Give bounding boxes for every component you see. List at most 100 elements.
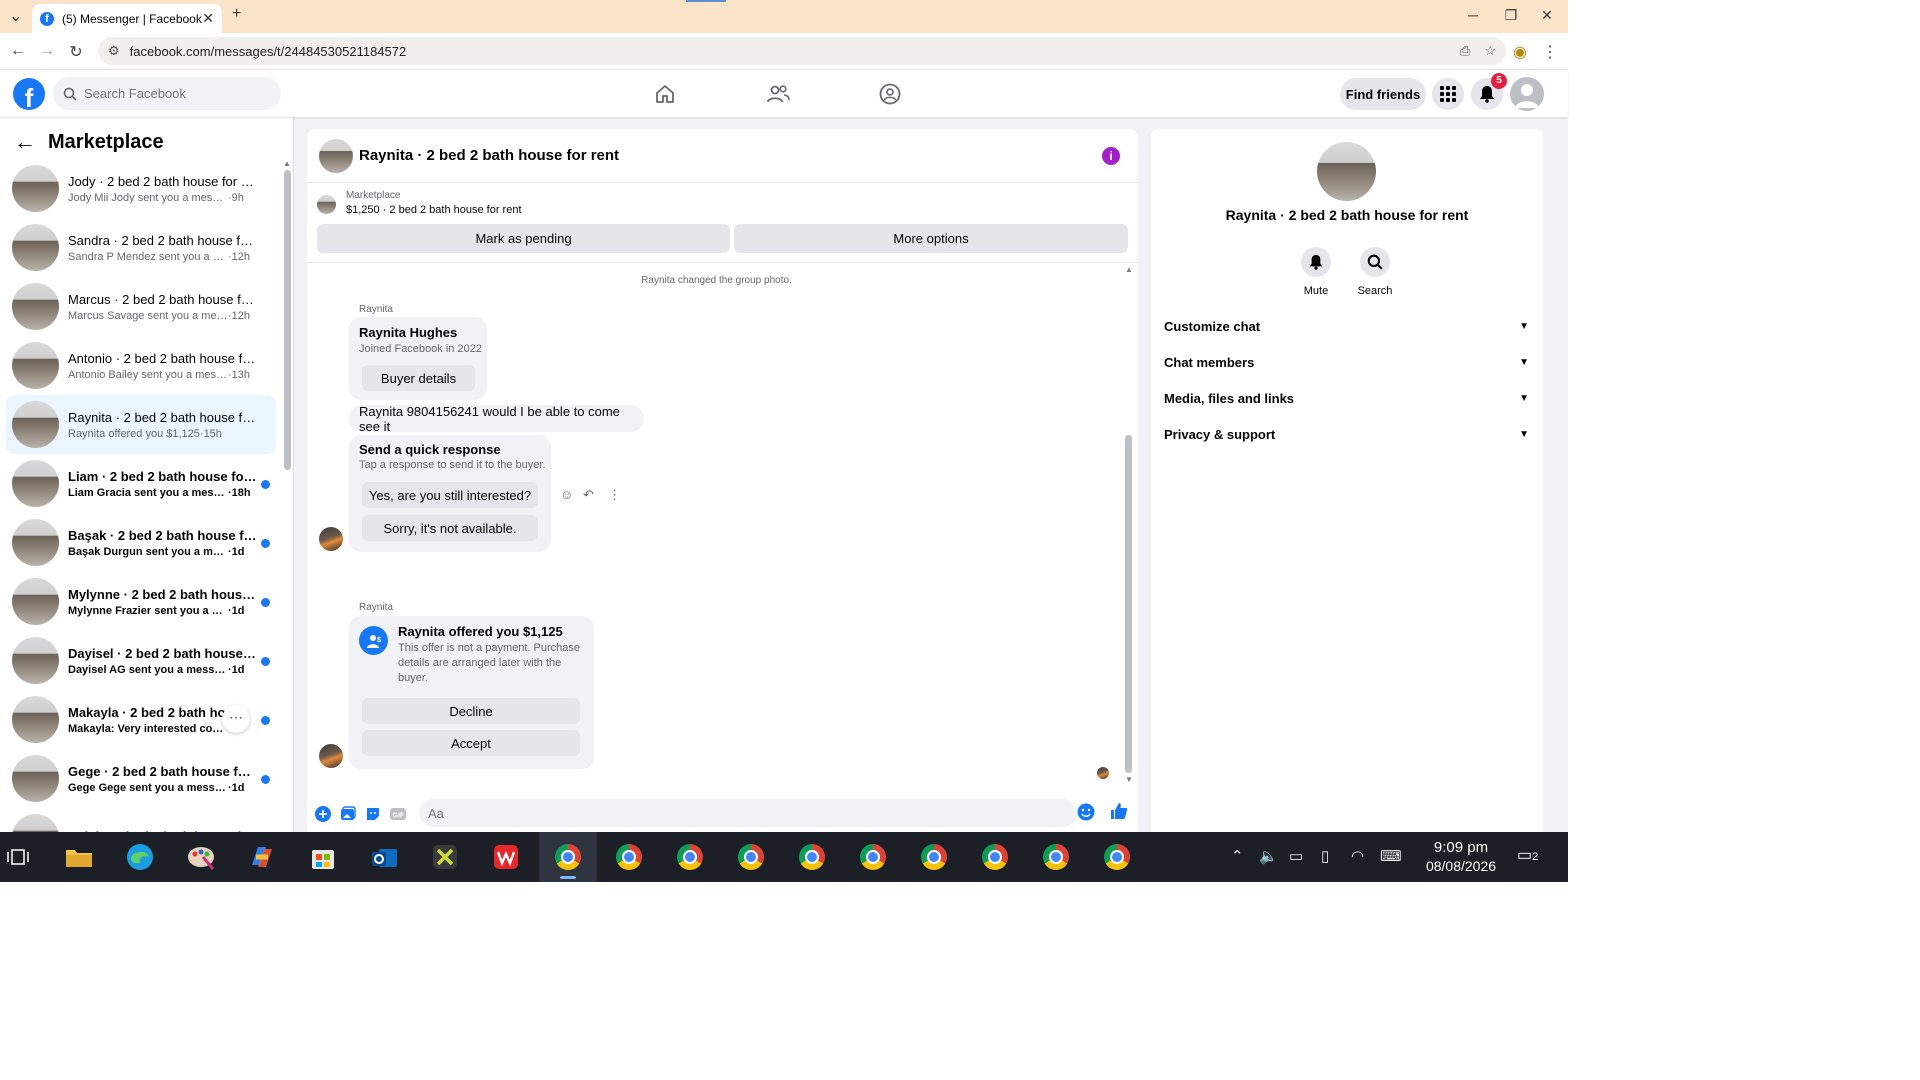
conversation-item[interactable]: Makayla · 2 bed 2 bath house Makayla: Ver… — [6, 690, 276, 749]
chrome-profile-icon[interactable] — [918, 841, 950, 873]
wifi-icon[interactable]: ◠ — [1351, 847, 1364, 865]
back-icon[interactable]: ← — [8, 42, 28, 60]
quick-response-unavailable-button[interactable]: Sorry, it's not available. — [362, 515, 538, 541]
close-window-icon[interactable]: ✕ — [1532, 7, 1562, 24]
message-more-icon[interactable]: ⋮ — [608, 487, 621, 503]
copilot-icon[interactable] — [246, 841, 278, 873]
search-input[interactable] — [84, 86, 254, 101]
reply-icon[interactable]: ↶ — [583, 487, 594, 503]
conversation-info-icon[interactable]: i — [1102, 147, 1120, 165]
message-input-box[interactable] — [419, 799, 1077, 827]
sender-avatar[interactable] — [319, 527, 343, 551]
chat-members-section[interactable]: Chat members ▼ — [1164, 344, 1529, 380]
show-hidden-icons-icon[interactable]: ⌃ — [1231, 847, 1244, 865]
message-input[interactable] — [428, 805, 1028, 821]
volume-icon[interactable]: 🔈 — [1259, 847, 1278, 865]
restore-icon[interactable]: ❐ — [1496, 7, 1526, 24]
back-arrow-icon[interactable]: ← — [14, 129, 36, 155]
close-tab-icon[interactable]: ✕ — [202, 10, 214, 27]
conversation-item[interactable]: Caleb · 2 bed 2 bath house fo — [6, 808, 276, 832]
quick-response-interested-button[interactable]: Yes, are you still interested? — [362, 482, 538, 508]
task-view-icon[interactable] — [2, 841, 34, 873]
device-icon[interactable]: ▯ — [1321, 847, 1329, 865]
reload-icon[interactable]: ↻ — [66, 42, 86, 62]
site-info-icon[interactable]: ⚙ — [108, 43, 120, 59]
sidebar-scrollbar[interactable] — [284, 170, 291, 470]
gif-icon[interactable]: GIF — [389, 805, 407, 823]
keyboard-icon[interactable]: ⌨ — [1380, 847, 1402, 865]
facebook-search-box[interactable] — [53, 77, 281, 110]
chrome-profile-icon[interactable] — [796, 841, 828, 873]
file-explorer-icon[interactable] — [63, 841, 95, 873]
conversation-item[interactable]: Sandra · 2 bed 2 bath house for ... Sandr… — [6, 218, 276, 277]
menu-grid-icon[interactable] — [1432, 78, 1464, 110]
attach-photo-icon[interactable] — [339, 805, 357, 823]
find-friends-button[interactable]: Find friends — [1340, 78, 1426, 110]
buyer-details-button[interactable]: Buyer details — [362, 365, 475, 391]
more-options-button[interactable]: More options — [734, 224, 1128, 253]
more-options-icon[interactable]: ⋯ — [222, 705, 250, 733]
chat-scroll-down-icon[interactable]: ▼ — [1125, 775, 1133, 784]
address-bar[interactable]: ⚙ facebook.com/messages/t/24484530521184… — [98, 37, 1506, 65]
sidebar-scroll-up-icon[interactable]: ▲ — [283, 159, 291, 168]
emoji-icon[interactable] — [1077, 803, 1095, 821]
profile-icon[interactable]: ◉ — [1510, 42, 1530, 62]
chat-scrollbar[interactable] — [1125, 435, 1132, 773]
forward-icon[interactable]: → — [37, 42, 57, 60]
notification-center-icon[interactable]: ▭2 — [1517, 845, 1538, 865]
conversation-item[interactable]: Mylynne · 2 bed 2 bath house ... Mylynne … — [6, 572, 276, 631]
tab-search-icon[interactable]: ⌄ — [9, 6, 22, 26]
outlook-icon[interactable] — [368, 841, 400, 873]
chrome-profile-icon[interactable] — [735, 841, 767, 873]
privacy-support-section[interactable]: Privacy & support ▼ — [1164, 416, 1529, 452]
conversation-item[interactable]: Dayisel · 2 bed 2 bath house f... Dayisel… — [6, 631, 276, 690]
listing-thumbnail[interactable] — [317, 195, 336, 214]
chrome-profile-icon[interactable] — [979, 841, 1011, 873]
microsoft-store-icon[interactable] — [307, 841, 339, 873]
browser-menu-icon[interactable]: ⋮ — [1540, 42, 1560, 62]
account-avatar[interactable] — [1510, 77, 1544, 111]
conversation-item[interactable]: Gege · 2 bed 2 bath house for ... Gege Ge… — [6, 749, 276, 808]
paint-icon[interactable] — [185, 841, 217, 873]
message-bubble[interactable]: Raynita 9804156241 would I be able to co… — [349, 404, 644, 434]
conversation-avatar[interactable] — [1317, 142, 1376, 201]
conversation-item[interactable]: Jody · 2 bed 2 bath house for rent Jody M… — [6, 159, 276, 218]
wps-office-icon[interactable] — [490, 841, 522, 873]
sticker-icon[interactable] — [364, 805, 382, 823]
mute-action[interactable]: Mute — [1286, 247, 1346, 297]
conversation-item[interactable]: Liam · 2 bed 2 bath house for r... Liam G… — [6, 454, 276, 513]
chrome-profile-icon[interactable] — [857, 841, 889, 873]
conversation-item[interactable]: Başak · 2 bed 2 bath house for... Başak D… — [6, 513, 276, 572]
new-tab-icon[interactable]: + — [232, 5, 241, 23]
battery-icon[interactable]: ▭ — [1289, 847, 1303, 865]
chat-scroll-up-icon[interactable]: ▲ — [1125, 265, 1133, 274]
browser-tab[interactable]: f (5) Messenger | Facebook ✕ — [32, 4, 222, 33]
chat-title[interactable]: Raynita · 2 bed 2 bath house for rent — [359, 147, 619, 164]
thumbs-up-icon[interactable] — [1110, 802, 1128, 820]
sender-avatar[interactable] — [319, 744, 343, 768]
decline-offer-button[interactable]: Decline — [362, 698, 580, 724]
media-files-links-section[interactable]: Media, files and links ▼ — [1164, 380, 1529, 416]
groups-nav-icon[interactable] — [870, 80, 910, 108]
accept-offer-button[interactable]: Accept — [362, 730, 580, 756]
minimize-icon[interactable]: ─ — [1458, 7, 1488, 23]
react-emoji-icon[interactable]: ☺ — [560, 487, 573, 502]
listing-title[interactable]: $1,250 · 2 bed 2 bath house for rent — [346, 204, 522, 216]
conversation-item[interactable]: Raynita · 2 bed 2 bath house for... Rayni… — [6, 395, 276, 454]
xbox-app-icon[interactable] — [429, 841, 461, 873]
chrome-profile-icon[interactable] — [613, 841, 645, 873]
bookmark-star-icon[interactable]: ☆ — [1484, 43, 1496, 59]
system-clock[interactable]: 9:09 pm 08/08/2026 — [1416, 838, 1506, 876]
home-nav-icon[interactable] — [645, 80, 685, 108]
conversation-item[interactable]: Marcus · 2 bed 2 bath house for ... Marcu… — [6, 277, 276, 336]
conversation-item[interactable]: Antonio · 2 bed 2 bath house fo... Antoni… — [6, 336, 276, 395]
edge-icon[interactable] — [124, 841, 156, 873]
more-actions-plus-icon[interactable] — [314, 805, 332, 823]
chrome-profile-icon[interactable] — [674, 841, 706, 873]
facebook-logo-icon[interactable]: f — [13, 78, 45, 110]
chrome-profile-icon[interactable] — [1101, 841, 1133, 873]
customize-chat-section[interactable]: Customize chat ▼ — [1164, 308, 1529, 344]
chrome-profile-icon[interactable] — [1040, 841, 1072, 873]
mark-as-pending-button[interactable]: Mark as pending — [317, 224, 730, 253]
chat-avatar[interactable] — [319, 138, 353, 173]
